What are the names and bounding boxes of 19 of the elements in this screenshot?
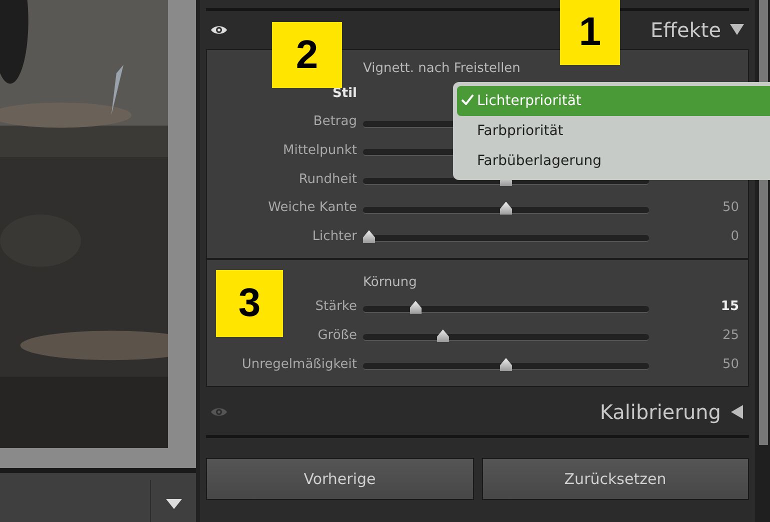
style-label: Stil <box>332 86 357 101</box>
number-callout: 1 <box>560 0 620 65</box>
slider-label: Mittelpunkt <box>283 142 357 158</box>
slider-value: 50 <box>721 356 739 372</box>
number-callout: 3 <box>216 270 283 337</box>
section-title: Vignett. nach Freistellen <box>363 60 522 78</box>
section-title: Körnung <box>363 274 418 292</box>
slider-value: 50 <box>721 200 739 216</box>
slider-label: Weiche Kante <box>268 200 357 216</box>
slider-label: Größe <box>318 328 357 343</box>
slider-label: Betrag <box>313 114 357 130</box>
slider-value: 0 <box>730 228 739 244</box>
number-callout: 2 <box>272 22 342 88</box>
slider-value: 25 <box>721 328 739 343</box>
slider-label: Unregelmäßigkeit <box>242 356 357 372</box>
slider-label: Stärke <box>315 299 357 314</box>
slider-value: 15 <box>720 299 739 314</box>
slider-label: Lichter <box>312 228 357 244</box>
slider-label: Rundheit <box>298 172 357 187</box>
